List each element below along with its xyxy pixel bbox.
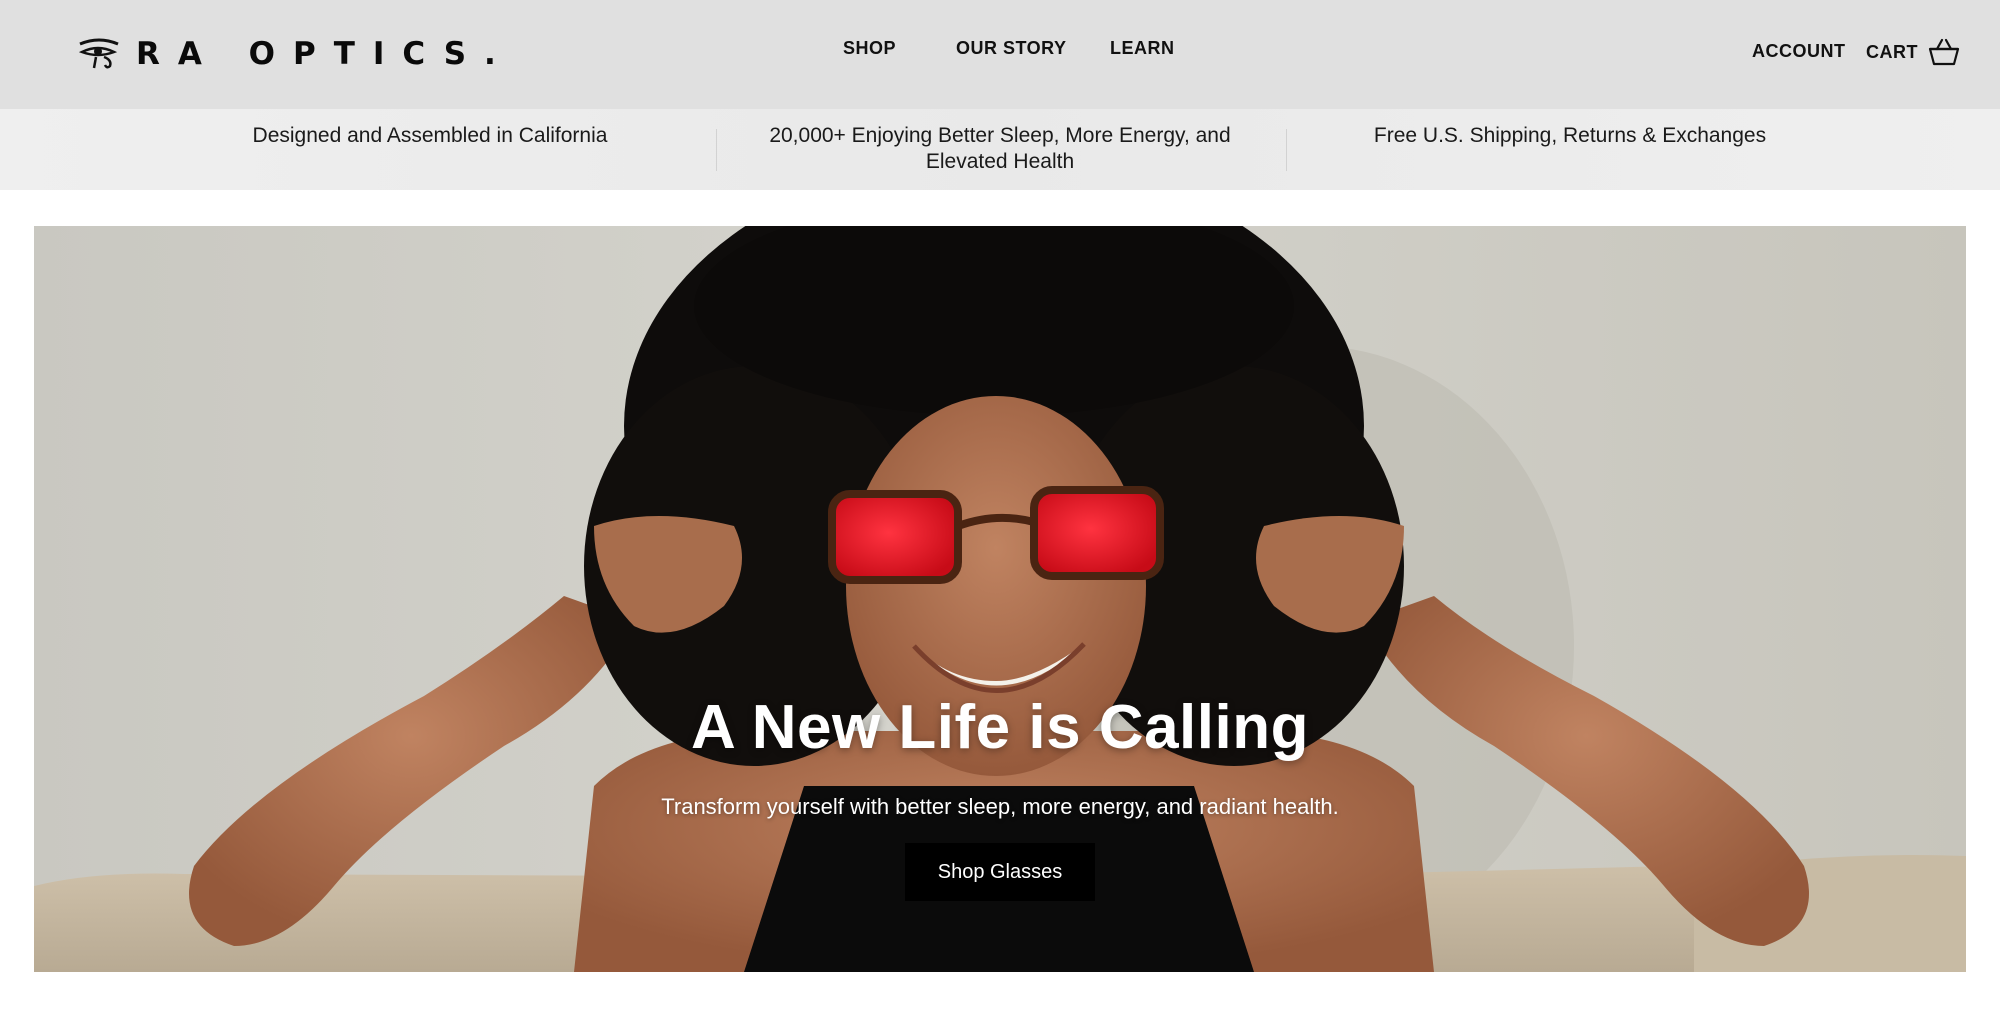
announcement-divider: [1286, 129, 1287, 171]
nav-item-shop[interactable]: SHOP: [843, 38, 896, 59]
shop-glasses-button[interactable]: Shop Glasses: [905, 843, 1095, 901]
announcement-free-shipping: Free U.S. Shipping, Returns & Exchanges: [1373, 124, 1767, 147]
announcement-made-in-california: Designed and Assembled in California: [252, 124, 608, 147]
main-nav: SHOP OUR STORY LEARN: [0, 38, 2000, 62]
basket-icon: [1928, 38, 1960, 66]
cart-link[interactable]: CART: [1866, 34, 1960, 70]
nav-item-learn[interactable]: LEARN: [1110, 38, 1175, 59]
site-header: RA OPTICS. SHOP OUR STORY LEARN ACCOUNT …: [0, 0, 2000, 109]
cart-label: CART: [1866, 41, 1918, 62]
hero-subtitle: Transform yourself with better sleep, mo…: [661, 794, 1339, 819]
hero-banner: A New Life is Calling Transform yourself…: [34, 226, 1966, 972]
hero-title: A New Life is Calling: [691, 693, 1309, 762]
account-link[interactable]: ACCOUNT: [1752, 41, 1846, 62]
announcement-divider: [716, 129, 717, 171]
nav-item-our-story[interactable]: OUR STORY: [956, 38, 1067, 59]
announcement-bar: Designed and Assembled in California 20,…: [0, 109, 2000, 190]
announcement-customers: 20,000+ Enjoying Better Sleep, More Ener…: [769, 124, 1231, 173]
